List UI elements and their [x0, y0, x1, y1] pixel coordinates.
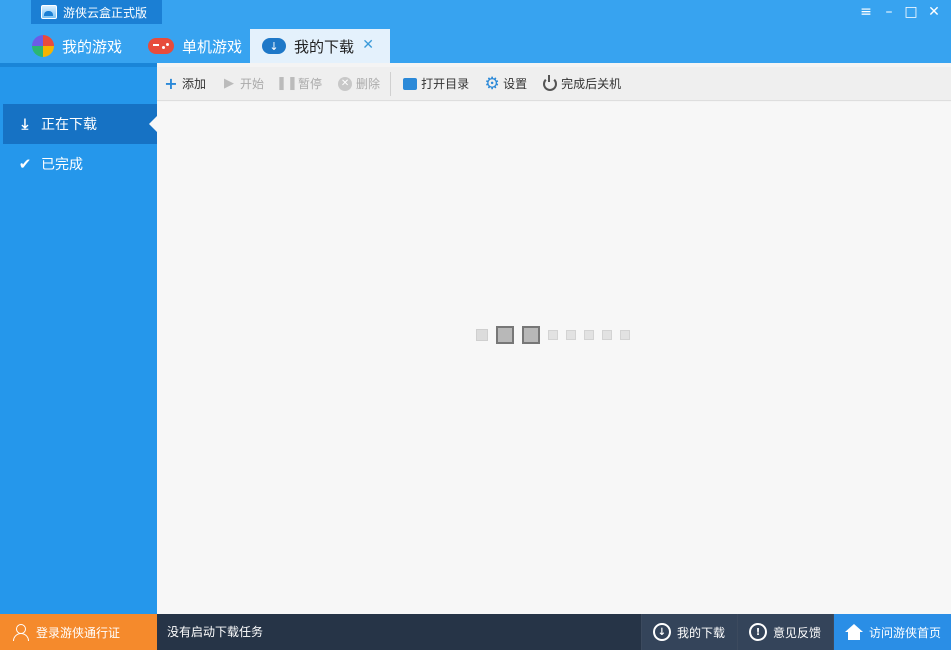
- login-label: 登录游侠通行证: [36, 625, 121, 640]
- loading-dot: [548, 330, 558, 340]
- loading-dot: [620, 330, 630, 340]
- loading-dot: [476, 329, 488, 341]
- loading-dot: [496, 326, 514, 344]
- close-window-button[interactable]: ✕: [925, 4, 943, 20]
- gear-icon: ⚙: [484, 73, 500, 94]
- settings-label: 设置: [503, 77, 528, 91]
- sidebar-item-completed[interactable]: ✔ 已完成: [3, 144, 157, 184]
- tab-label: 我的游戏: [62, 37, 123, 56]
- toolbar: + 添加 ▶ 开始 ❚❚ 暂停 ✕ 删除 打开目录 ⚙ 设置 完成后关机: [157, 67, 951, 101]
- download-list-area: [157, 102, 951, 614]
- cloud-download-icon: ↓: [262, 38, 286, 54]
- play-icon: ▶: [224, 76, 235, 91]
- delete-label: 删除: [356, 77, 381, 91]
- download-circle-icon: ↓: [653, 623, 671, 641]
- sidebar: ⤓ 正在下载 ✔ 已完成: [0, 63, 157, 614]
- title-bar: 游侠云盒正式版 ≡ – □ ✕ 我的游戏 单机游戏 ↓ 我的下载 ✕: [0, 0, 951, 63]
- sidebar-item-label: 已完成: [41, 157, 83, 173]
- maximize-button[interactable]: □: [902, 4, 920, 20]
- visit-homepage-button[interactable]: 访问游侠首页: [833, 614, 951, 650]
- tab-my-games[interactable]: 我的游戏: [26, 29, 138, 63]
- feedback-button[interactable]: ! 意见反馈: [737, 614, 833, 650]
- app-title: 游侠云盒正式版: [31, 0, 162, 24]
- my-downloads-button[interactable]: ↓ 我的下载: [641, 614, 737, 650]
- login-button[interactable]: 登录游侠通行证: [0, 614, 157, 650]
- start-label: 开始: [240, 77, 265, 91]
- minimize-button[interactable]: –: [880, 4, 898, 20]
- app-logo-icon: [41, 5, 57, 19]
- visit-homepage-label: 访问游侠首页: [869, 625, 942, 640]
- games-icon: [32, 35, 54, 57]
- my-downloads-label: 我的下载: [677, 625, 726, 640]
- add-button[interactable]: + 添加: [164, 74, 207, 93]
- start-button[interactable]: ▶ 开始: [222, 75, 264, 92]
- loading-dot: [566, 330, 576, 340]
- sidebar-item-label: 正在下载: [41, 117, 97, 133]
- pause-icon: ❚❚: [276, 76, 298, 91]
- shutdown-after-complete-label: 完成后关机: [561, 77, 622, 91]
- delete-button[interactable]: ✕ 删除: [338, 75, 380, 92]
- sidebar-item-downloading[interactable]: ⤓ 正在下载: [3, 104, 157, 144]
- open-directory-button[interactable]: 打开目录: [403, 75, 469, 92]
- power-icon: [543, 74, 558, 91]
- menu-icon[interactable]: ≡: [857, 4, 875, 20]
- tab-my-downloads[interactable]: ↓ 我的下载 ✕: [250, 29, 390, 63]
- pause-button[interactable]: ❚❚ 暂停: [276, 75, 323, 92]
- shutdown-after-complete-button[interactable]: 完成后关机: [543, 74, 622, 92]
- delete-icon: ✕: [338, 76, 353, 91]
- status-bar: 登录游侠通行证 没有启动下载任务 ↓ 我的下载 ! 意见反馈 访问游侠首页: [0, 614, 951, 650]
- loading-indicator: [476, 326, 630, 344]
- gamepad-icon: [148, 38, 174, 54]
- app-title-text: 游侠云盒正式版: [63, 5, 148, 20]
- tab-label: 单机游戏: [182, 37, 243, 56]
- loading-dot: [522, 326, 540, 344]
- loading-dot: [584, 330, 594, 340]
- folder-icon: [403, 77, 418, 90]
- tab-single-player-games[interactable]: 单机游戏: [142, 29, 252, 63]
- tab-label: 我的下载: [294, 37, 355, 56]
- feedback-icon: !: [749, 623, 767, 641]
- settings-button[interactable]: ⚙ 设置: [484, 73, 528, 94]
- tab-close-icon[interactable]: ✕: [362, 37, 374, 53]
- toolbar-divider: [390, 71, 392, 96]
- status-text: 没有启动下载任务: [167, 625, 264, 639]
- add-label: 添加: [182, 77, 207, 91]
- home-icon: [845, 624, 863, 640]
- download-icon: ⤓: [21, 115, 29, 133]
- loading-dot: [602, 330, 612, 340]
- feedback-label: 意见反馈: [773, 625, 822, 640]
- user-icon: [12, 624, 29, 641]
- pause-label: 暂停: [298, 77, 323, 91]
- plus-icon: +: [164, 74, 178, 93]
- check-icon: ✔: [18, 155, 32, 173]
- open-directory-label: 打开目录: [421, 77, 470, 91]
